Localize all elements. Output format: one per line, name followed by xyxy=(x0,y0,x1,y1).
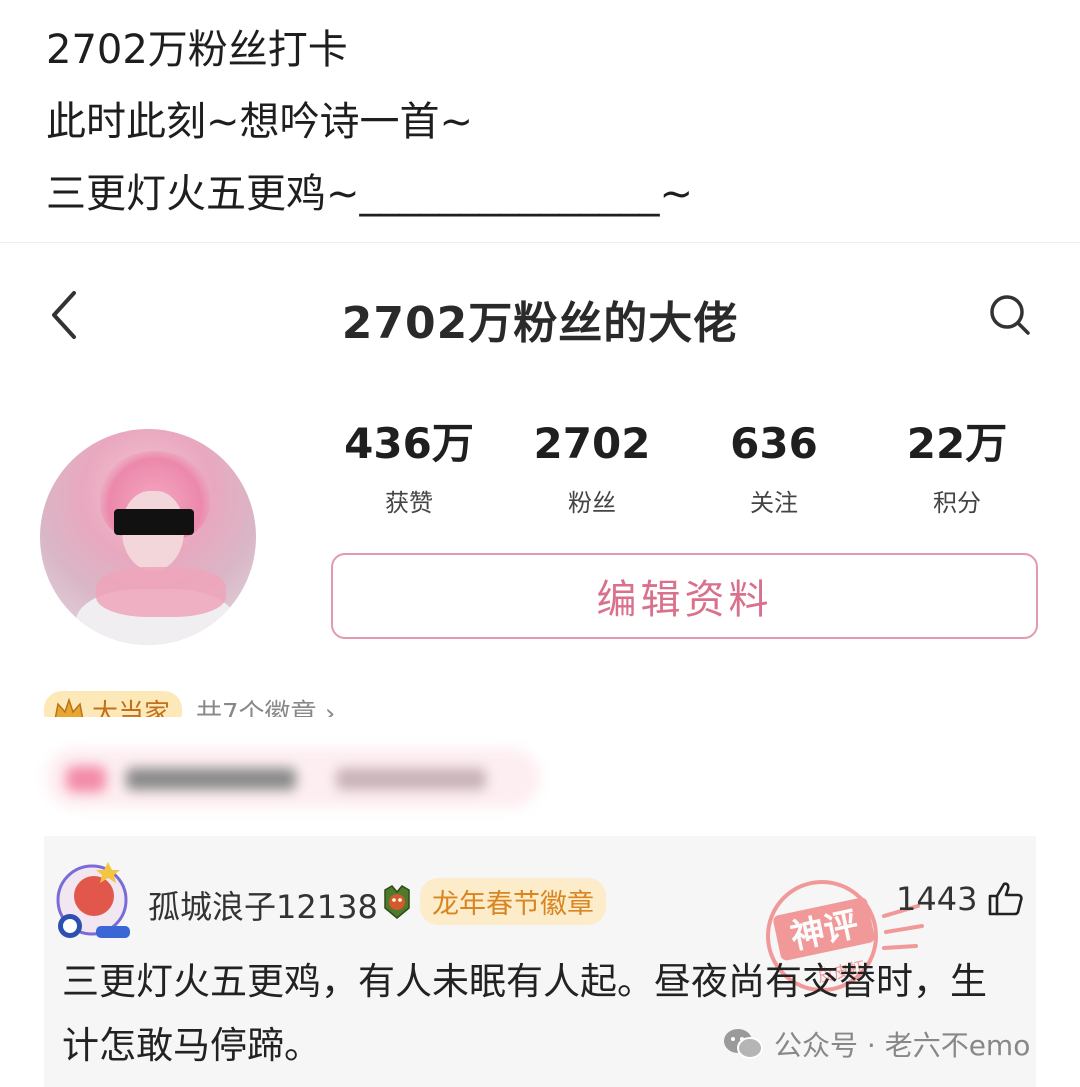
stat-points[interactable]: 22万 积分 xyxy=(877,419,1037,518)
badge-row[interactable]: 大当家 共7个徽章 › xyxy=(44,691,335,717)
stat-value: 636 xyxy=(730,419,818,468)
like-count: 1443 xyxy=(896,880,978,918)
badge-pill: 大当家 xyxy=(44,691,183,718)
badge-count: 共7个徽章 › xyxy=(196,698,336,718)
watermark-text: 公众号 · 老六不emo xyxy=(774,1029,1031,1062)
avatar[interactable] xyxy=(40,429,256,645)
stat-likes[interactable]: 436万 获赞 xyxy=(329,419,489,518)
commenter-name[interactable]: 孤城浪子12138 xyxy=(148,882,378,928)
edit-profile-button[interactable]: 编辑资料 xyxy=(331,553,1038,639)
censor-bar xyxy=(114,509,194,535)
dragon-badge-icon xyxy=(384,884,410,919)
thumbs-up-icon[interactable] xyxy=(986,880,1024,918)
page-title: 2702万粉丝的大佬 xyxy=(341,298,739,349)
stat-label: 积分 xyxy=(933,489,981,517)
caption: 2702万粉丝打卡 此时此刻~想吟诗一首~ 三更灯火五更鸡~__________… xyxy=(46,14,693,230)
caption-line-2: 此时此刻~想吟诗一首~ xyxy=(46,99,474,145)
edit-profile-label: 编辑资料 xyxy=(596,577,773,623)
crown-icon xyxy=(54,697,84,717)
stat-followers[interactable]: 2702 粉丝 xyxy=(512,419,672,518)
stat-label: 获赞 xyxy=(385,489,433,517)
stat-label: 粉丝 xyxy=(568,489,616,517)
search-icon[interactable] xyxy=(986,291,1034,339)
stat-value: 2702 xyxy=(533,419,651,468)
watermark: 公众号 · 老六不emo xyxy=(722,1024,1030,1064)
stat-value: 436万 xyxy=(344,419,474,468)
blurred-banner xyxy=(46,748,540,808)
dragon-badge-label: 龙年春节徽章 xyxy=(420,878,606,925)
stat-following[interactable]: 636 关注 xyxy=(694,419,854,518)
stat-label: 关注 xyxy=(750,489,798,517)
stat-value: 22万 xyxy=(906,419,1008,468)
profile-card: 2702万粉丝的大佬 436万 获赞 2702 粉丝 636 关注 22万 积分… xyxy=(0,242,1080,717)
caption-line-1: 2702万粉丝打卡 xyxy=(46,27,348,73)
wechat-icon xyxy=(724,1029,763,1059)
commenter-avatar[interactable] xyxy=(48,856,136,944)
caption-line-3: 三更灯火五更鸡~_______________~ xyxy=(46,171,694,217)
dragon-badge: 龙年春节徽章 xyxy=(380,878,606,925)
badge-name: 大当家 xyxy=(92,698,171,718)
